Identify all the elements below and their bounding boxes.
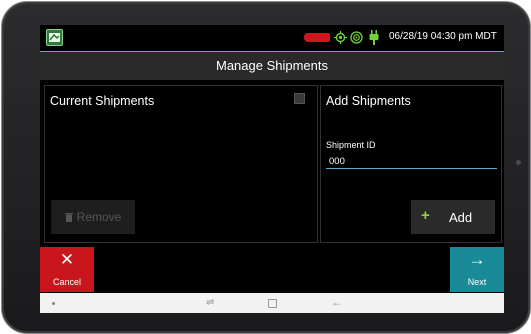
arrow-right-icon: → <box>468 250 486 269</box>
app-logo-icon[interactable] <box>46 29 63 46</box>
add-label: Add <box>449 210 473 225</box>
screen: 06/28/19 04:30 pm MDT Manage Shipments C… <box>40 25 504 313</box>
select-all-checkbox[interactable] <box>294 93 305 104</box>
gps-icon <box>334 31 347 44</box>
remove-label: Remove <box>76 210 122 224</box>
next-label: Next <box>467 277 487 287</box>
cancel-label: Cancel <box>52 277 81 287</box>
next-button[interactable]: → Next <box>450 247 504 292</box>
current-shipments-panel: Current Shipments Remove <box>44 85 318 243</box>
tablet-frame: 06/28/19 04:30 pm MDT Manage Shipments C… <box>1 1 531 334</box>
shipment-id-label: Shipment ID <box>326 140 376 150</box>
home-icon[interactable] <box>268 299 277 308</box>
shipment-id-input[interactable] <box>326 154 497 169</box>
nav-dot-icon <box>52 302 55 305</box>
camera-icon <box>516 160 521 165</box>
add-shipments-panel: Add Shipments Shipment ID + Add <box>320 85 502 243</box>
plug-icon <box>369 30 379 45</box>
cancel-button[interactable]: ✕ Cancel <box>40 247 94 292</box>
page-title: Manage Shipments <box>40 52 504 80</box>
recent-apps-icon[interactable]: ⇌ <box>206 297 214 308</box>
back-icon[interactable]: ← <box>331 295 343 309</box>
add-button[interactable]: + Add <box>411 200 495 234</box>
android-nav-bar: ⇌ ← <box>40 293 504 313</box>
signal-icon <box>350 31 363 44</box>
status-bar: 06/28/19 04:30 pm MDT <box>40 25 504 52</box>
close-icon: ✕ <box>59 250 75 269</box>
trash-icon <box>64 213 73 222</box>
add-shipments-title: Add Shipments <box>326 94 411 108</box>
status-datetime: 06/28/19 04:30 pm MDT <box>389 31 497 42</box>
remove-button[interactable]: Remove <box>51 200 135 234</box>
current-shipments-title: Current Shipments <box>50 94 155 108</box>
plus-icon: + <box>421 207 430 224</box>
red-status-icon <box>304 33 330 42</box>
